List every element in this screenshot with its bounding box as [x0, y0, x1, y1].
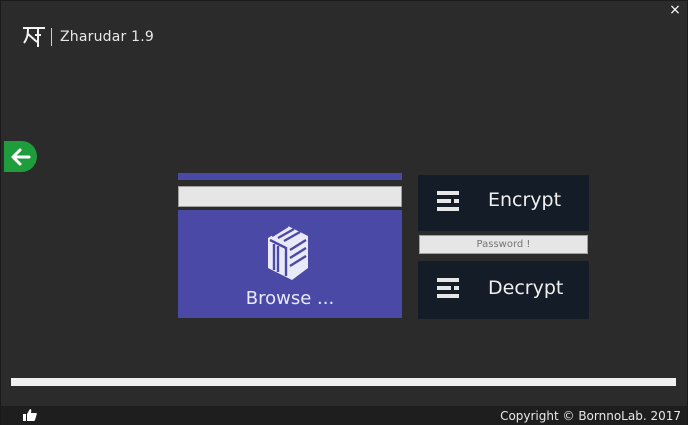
close-button[interactable]: × [667, 3, 683, 17]
back-button[interactable] [4, 141, 37, 172]
file-panel-header [178, 173, 402, 180]
arrow-left-icon [11, 148, 31, 166]
browse-label: Browse ... [245, 288, 335, 309]
password-field[interactable] [419, 235, 588, 254]
browse-button[interactable]: Browse ... [178, 210, 402, 318]
folder-cube-icon [268, 224, 308, 280]
file-path-input[interactable] [178, 186, 402, 207]
app-title: Zharudar 1.9 [60, 29, 155, 45]
list-lines-icon [437, 191, 459, 211]
list-lines-icon [437, 278, 459, 298]
encrypt-button[interactable]: Encrypt [418, 175, 589, 231]
app-window: Zharudar 1.9 × Browse ... Encrypt Decryp… [0, 0, 688, 425]
title-separator [51, 28, 52, 46]
decrypt-button[interactable]: Decrypt [418, 261, 589, 319]
copyright-text: Copyright © BornnoLab. 2017 [500, 409, 681, 423]
progress-bar [11, 378, 676, 386]
status-bar: Copyright © BornnoLab. 2017 [1, 406, 687, 425]
app-logo-icon [23, 27, 45, 47]
encrypt-label: Encrypt [488, 189, 562, 211]
decrypt-label: Decrypt [488, 277, 564, 299]
thumbs-up-icon[interactable] [23, 409, 37, 421]
